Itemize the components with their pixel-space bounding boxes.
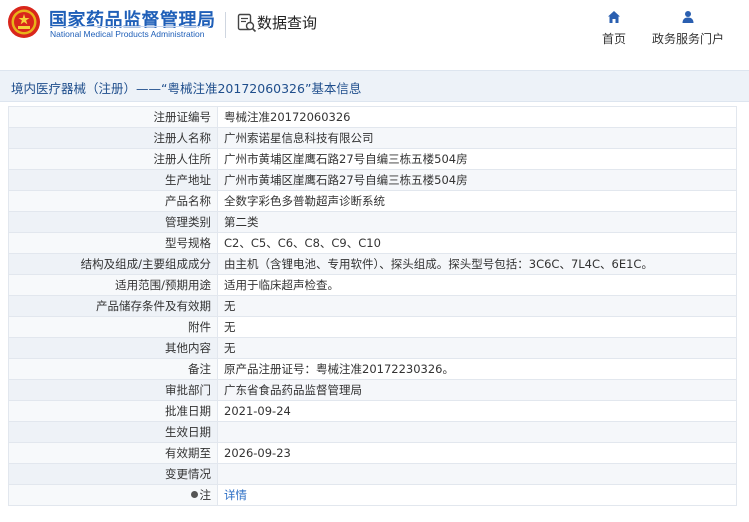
- home-icon: [608, 11, 620, 23]
- table-row: 注册人住所 广州市黄埔区崖鹰石路27号自编三栋五楼504房: [8, 148, 737, 170]
- table-row: 注册证编号 粤械注准20172060326: [8, 106, 737, 128]
- national-emblem-icon[interactable]: [7, 5, 41, 39]
- field-label: 注册证编号: [8, 106, 218, 128]
- field-value: 无: [217, 295, 737, 317]
- brand-divider: [50, 26, 210, 27]
- field-label: 附件: [8, 316, 218, 338]
- field-label: 产品名称: [8, 190, 218, 212]
- table-row: 变更情况: [8, 463, 737, 485]
- field-value: 适用于临床超声检查。: [217, 274, 737, 296]
- field-label: 注册人住所: [8, 148, 218, 170]
- table-row: 附件无: [8, 316, 737, 338]
- record-title-bar: 境内医疗器械（注册）——“粤械注准20172060326”基本信息: [0, 70, 749, 102]
- field-label: 审批部门: [8, 379, 218, 401]
- nav-home[interactable]: 首页: [594, 8, 634, 48]
- table-row: 生效日期: [8, 421, 737, 443]
- note-label-cell: 注: [8, 484, 218, 506]
- user-icon: [682, 11, 694, 23]
- field-label: 结构及组成/主要组成成分: [8, 253, 218, 275]
- brand-subtitle: National Medical Products Administration: [50, 29, 205, 39]
- field-label: 注册人名称: [8, 127, 218, 149]
- table-row-note: 注详情: [8, 484, 737, 506]
- note-label: 注: [199, 488, 212, 502]
- field-value: [217, 463, 737, 485]
- field-label: 管理类别: [8, 211, 218, 233]
- table-row: 管理类别 第二类: [8, 211, 737, 233]
- table-row: 其他内容无: [8, 337, 737, 359]
- field-value: 无: [217, 316, 737, 338]
- field-value: 广东省食品药品监督管理局: [217, 379, 737, 401]
- field-label: 型号规格: [8, 232, 218, 254]
- field-label: 生产地址: [8, 169, 218, 191]
- record-table: 注册证编号 粤械注准20172060326 注册人名称 广州索诺星信息科技有限公司 注册…: [8, 106, 737, 506]
- record-title: 境内医疗器械（注册）——“粤械注准20172060326”基本信息: [11, 81, 362, 96]
- field-label: 变更情况: [8, 463, 218, 485]
- table-row: 产品名称 全数字彩色多普勒超声诊断系统: [8, 190, 737, 212]
- header-divider: [225, 12, 226, 38]
- note-value-cell: 详情: [217, 484, 737, 506]
- field-label: 备注: [8, 358, 218, 380]
- table-row: 产品储存条件及有效期无: [8, 295, 737, 317]
- field-label: 生效日期: [8, 421, 218, 443]
- table-row: 结构及组成/主要组成成分 由主机（含锂电池、专用软件）、探头组成。探头型号包括：3…: [8, 253, 737, 275]
- field-label: 批准日期: [8, 400, 218, 422]
- field-value: 由主机（含锂电池、专用软件）、探头组成。探头型号包括：3C6C、7L4C、6E1…: [217, 253, 737, 275]
- note-dot-icon: [190, 491, 198, 498]
- field-value: 粤械注准20172060326: [217, 106, 737, 128]
- table-row: 适用范围/预期用途 适用于临床超声检查。: [8, 274, 737, 296]
- nav-home-label: 首页: [601, 32, 626, 46]
- field-value: 广州市黄埔区崖鹰石路27号自编三栋五楼504房: [217, 148, 737, 170]
- field-label: 产品储存条件及有效期: [8, 295, 218, 317]
- table-row: 有效期至 2026-09-23: [8, 442, 737, 464]
- detail-link[interactable]: 详情: [224, 488, 247, 502]
- table-row: 备注 原产品注册证号：粤械注准20172230326。: [8, 358, 737, 380]
- data-query-icon: [237, 13, 257, 33]
- field-value: C2、C5、C6、C8、C9、C10: [217, 232, 737, 254]
- nav-service-label: 政务服务门户: [651, 32, 724, 46]
- table-row: 生产地址 广州市黄埔区崖鹰石路27号自编三栋五楼504房: [8, 169, 737, 191]
- field-label: 适用范围/预期用途: [8, 274, 218, 296]
- table-row: 批准日期 2021-09-24: [8, 400, 737, 422]
- table-row: 审批部门 广东省食品药品监督管理局: [8, 379, 737, 401]
- field-value: 2026-09-23: [217, 442, 737, 464]
- field-value: 广州索诺星信息科技有限公司: [217, 127, 737, 149]
- record-table-wrap: 注册证编号 粤械注准20172060326 注册人名称 广州索诺星信息科技有限公司 注册…: [8, 106, 737, 506]
- data-query-title: 数据查询: [257, 14, 318, 32]
- field-value: 无: [217, 337, 737, 359]
- site-header: 国家药品监督管理局 National Medical Products Admi…: [0, 0, 749, 58]
- table-row: 注册人名称 广州索诺星信息科技有限公司: [8, 127, 737, 149]
- field-value: 2021-09-24: [217, 400, 737, 422]
- field-value: 第二类: [217, 211, 737, 233]
- nav-service-portal[interactable]: 政务服务门户: [648, 8, 728, 48]
- field-label: 有效期至: [8, 442, 218, 464]
- field-value: [217, 421, 737, 443]
- field-label: 其他内容: [8, 337, 218, 359]
- field-value: 广州市黄埔区崖鹰石路27号自编三栋五楼504房: [217, 169, 737, 191]
- table-row: 型号规格 C2、C5、C6、C8、C9、C10: [8, 232, 737, 254]
- field-value: 原产品注册证号：粤械注准20172230326。: [217, 358, 737, 380]
- field-value: 全数字彩色多普勒超声诊断系统: [217, 190, 737, 212]
